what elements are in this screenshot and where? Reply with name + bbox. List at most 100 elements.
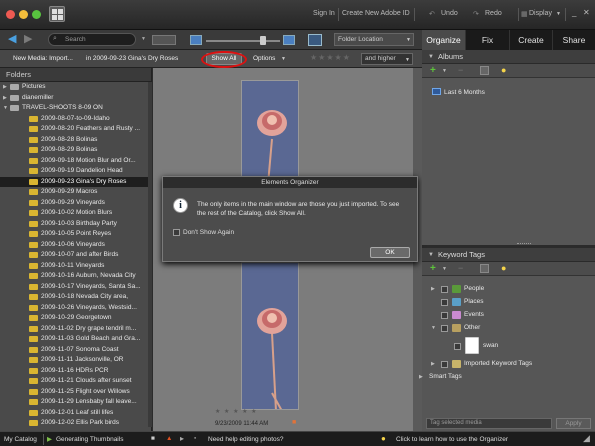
close-window-button[interactable] [6,10,15,19]
folder-item[interactable]: 2009-08-28 Bolinas [0,135,151,146]
expand-triangle-icon[interactable]: ▶ [431,361,435,367]
folder-item[interactable]: 2009-11-25 Flight over Willows [0,387,151,398]
folder-item[interactable]: ▶ Pictures [0,82,151,93]
folder-item[interactable]: 2009-11-16 HDRs PCR [0,366,151,377]
keyword-tag-item[interactable]: Other [464,324,480,331]
remove-album-icon[interactable]: − [458,65,463,75]
help-editing-link[interactable]: Need help editing photos? [208,436,284,443]
folder-item[interactable]: ▶ dianemiller [0,93,151,104]
edit-album-icon[interactable] [480,66,489,75]
folder-item[interactable]: 2009-10-16 Auburn, Nevada City [0,271,151,282]
folder-item[interactable]: 2009-10-17 Vineyards, Santa Sa... [0,282,151,293]
display-icon[interactable]: ▦ [521,10,528,18]
learn-organizer-link[interactable]: Click to learn how to use the Organizer [396,436,508,443]
folder-item[interactable]: 2009-09-18 Motion Blur and Or... [0,156,151,167]
keyword-tag-item[interactable]: swan [483,342,498,349]
close-icon[interactable]: ✕ [583,8,590,17]
tag-checkbox[interactable] [454,343,461,350]
expand-triangle-icon[interactable]: ▶ [419,374,423,380]
folder-item[interactable]: 2009-10-18 Nevada City area, [0,292,151,303]
dont-show-again-checkbox[interactable] [173,229,180,236]
forward-arrow-icon[interactable]: ▶ [24,33,32,45]
chevron-down-icon[interactable]: ▼ [442,266,447,272]
folder-item[interactable]: 2009-09-29 Macros [0,187,151,198]
expand-triangle-icon[interactable]: ▶ [3,93,7,104]
timeline-icon[interactable] [152,35,176,45]
redo-icon[interactable]: ↷ [473,10,479,18]
tab-fix[interactable]: Fix [466,30,510,50]
folder-item[interactable]: 2009-10-03 Birthday Party [0,219,151,230]
tag-checkbox[interactable] [441,325,448,332]
expand-triangle-icon[interactable]: ▶ [3,82,7,93]
minimize-window-button[interactable] [19,10,28,19]
photo-rating-stars[interactable]: ★ ★ ★ ★ ★ [215,408,258,415]
apply-tag-button[interactable]: Apply [556,418,591,429]
add-tag-icon[interactable]: + [430,263,436,274]
display-menu[interactable]: Display [529,10,552,17]
tag-checkbox[interactable] [441,299,448,306]
folder-item[interactable]: 2009-10-26 Vineyards, Westsid... [0,303,151,314]
folders-scrollbar[interactable] [148,82,152,427]
zoom-slider[interactable] [206,40,280,42]
folder-item[interactable]: 2009-11-03 Gold Beach and Gra... [0,334,151,345]
albums-header[interactable]: ▼ Albums [422,50,595,64]
folder-item[interactable]: ▼ TRAVEL-SHOOTS 8-09 ON [0,103,151,114]
folder-item[interactable]: 2009-10-07 and after Birds [0,250,151,261]
keyword-tag-item[interactable]: Events [464,311,484,318]
keyword-tags-header[interactable]: ▼ Keyword Tags [422,248,595,262]
search-input[interactable]: Search [48,33,136,46]
undo-icon[interactable]: ↶ [429,10,435,18]
folder-item[interactable]: 2009-12-02 Ellis Park birds [0,418,151,429]
view-mode-select[interactable]: Folder Location [334,33,414,46]
next-arrow-icon[interactable]: ▸ [180,434,184,443]
small-thumbnails-icon[interactable] [190,35,202,45]
add-album-icon[interactable]: + [430,65,436,76]
tab-share[interactable]: Share [553,30,595,50]
tag-checkbox[interactable] [441,312,448,319]
alert-icon[interactable]: ▲ [166,435,172,442]
undo-button[interactable]: Undo [441,10,458,17]
expand-triangle-icon[interactable]: ▼ [431,325,436,331]
expand-triangle-icon[interactable]: ▼ [3,103,8,114]
chevron-down-icon[interactable]: ▼ [556,11,561,17]
zoom-slider-handle[interactable] [260,36,266,45]
chevron-down-icon[interactable]: ▼ [141,36,146,42]
keyword-tag-item[interactable]: Places [464,298,484,305]
resize-grip-icon[interactable]: ◢ [583,433,590,444]
chevron-down-icon[interactable]: ▼ [405,57,410,63]
expand-triangle-icon[interactable]: ▶ [431,286,435,292]
tag-selected-media-input[interactable]: Tag selected media [426,418,552,429]
folder-item[interactable]: 2009-08-20 Feathers and Rusty ... [0,124,151,135]
tab-create[interactable]: Create [510,30,553,50]
folder-item[interactable]: 2009-11-02 Dry grape tendril m... [0,324,151,335]
collapse-triangle-icon[interactable]: ▼ [428,50,434,64]
remove-tag-icon[interactable]: − [458,263,463,273]
folder-item[interactable]: 2009-08-29 Bolinas [0,145,151,156]
folder-item[interactable]: 2009-10-02 Motion Blurs [0,208,151,219]
folder-item[interactable]: 2009-11-29 Lensbaby fall leave... [0,397,151,408]
tab-organize[interactable]: Organize [422,30,466,50]
folder-item[interactable]: 2009-10-05 Point Reyes [0,229,151,240]
folder-item[interactable]: 2009-11-21 Clouds after sunset [0,376,151,387]
stop-icon[interactable]: ■ [151,435,155,442]
folder-item[interactable]: 2009-09-29 Vineyards [0,198,151,209]
folder-item[interactable]: 2009-09-23 Gina's Dry Roses [0,176,151,187]
zoom-window-button[interactable] [32,10,41,19]
ok-button[interactable]: OK [370,247,410,258]
large-thumbnails-icon[interactable] [283,35,295,45]
tag-checkbox[interactable] [441,361,448,368]
keyword-tag-item[interactable]: Smart Tags [429,373,462,380]
full-screen-icon[interactable] [308,34,322,46]
folder-item[interactable]: 2009-11-11 Jacksonville, OR [0,355,151,366]
chevron-down-icon[interactable]: ▼ [281,56,286,62]
tag-checkbox[interactable] [441,286,448,293]
options-menu[interactable]: Options [253,55,275,62]
photo-thumbnail[interactable] [241,262,299,410]
keyword-tag-item[interactable]: Imported Keyword Tags [464,360,532,367]
create-adobe-id-link[interactable]: Create New Adobe ID [342,10,410,17]
folder-item[interactable]: 2009-10-06 Vineyards [0,240,151,251]
tag-image-icon[interactable] [480,264,489,273]
stack-icon[interactable]: ■ [292,419,296,426]
dont-show-again-label[interactable]: Don't Show Again [183,229,234,236]
folder-item[interactable]: 2009-11-07 Sonoma Coast [0,345,151,356]
